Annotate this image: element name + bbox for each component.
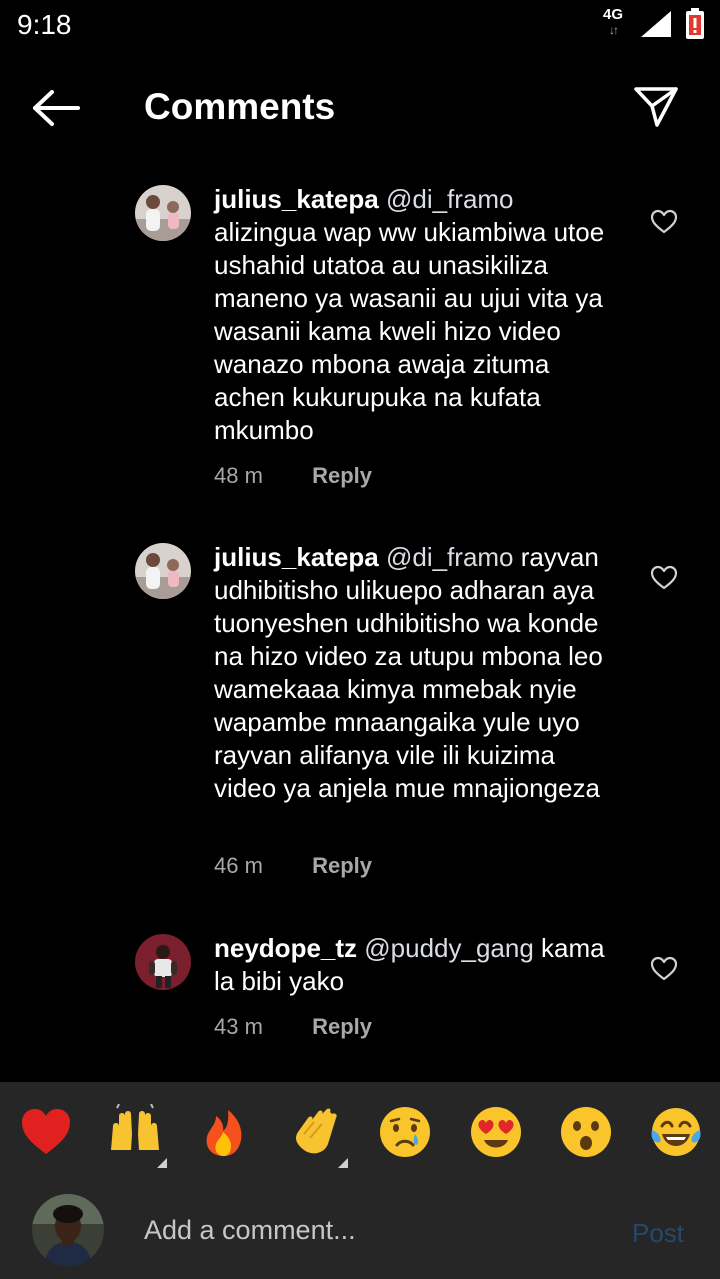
skin-tone-indicator — [338, 1158, 348, 1168]
comment-composer: Post — [0, 1082, 720, 1279]
avatar[interactable] — [135, 934, 191, 990]
crying-face-emoji[interactable] — [377, 1104, 433, 1160]
heart-outline-icon — [650, 956, 678, 981]
astonished-face-emoji[interactable] — [558, 1104, 614, 1160]
like-button[interactable] — [650, 565, 678, 591]
clapping-hands-emoji[interactable] — [288, 1104, 348, 1168]
page-title: Comments — [144, 86, 336, 127]
comment-input-row: Post — [0, 1182, 720, 1279]
share-button[interactable] — [632, 84, 680, 130]
comment-body: julius_katepa @di_framo alizingua wap ww… — [214, 183, 619, 447]
comment-input[interactable] — [144, 1210, 604, 1250]
status-time: 9:18 — [17, 9, 72, 40]
comment-item: julius_katepa @di_framo rayvan udhibitis… — [0, 541, 720, 891]
quick-reactions-bar — [0, 1082, 720, 1182]
reply-button[interactable]: Reply — [312, 1014, 372, 1039]
comment-mention[interactable]: @puddy_gang — [364, 933, 534, 963]
raising-hands-emoji[interactable] — [107, 1104, 167, 1168]
status-bar: 9:18 4G ↓↑ — [0, 0, 720, 52]
current-user-avatar — [32, 1194, 104, 1266]
fire-emoji[interactable] — [196, 1104, 252, 1160]
comment-username[interactable]: julius_katepa — [214, 184, 379, 214]
red-heart-emoji[interactable] — [18, 1104, 74, 1160]
comment-item: neydope_tz @puddy_gang kama la bibi yako… — [0, 932, 720, 1052]
back-arrow-icon — [33, 90, 80, 126]
network-type-label: 4G — [602, 6, 623, 23]
comment-item: julius_katepa @di_framo alizingua wap ww… — [0, 183, 720, 503]
comment-timestamp: 43 m — [214, 1014, 263, 1039]
heart-outline-icon — [650, 209, 678, 234]
comment-body: neydope_tz @puddy_gang kama la bibi yako — [214, 932, 619, 998]
comment-body: julius_katepa @di_framo rayvan udhibitis… — [214, 541, 619, 805]
tears-of-joy-emoji[interactable] — [648, 1104, 704, 1160]
reply-button[interactable]: Reply — [312, 853, 372, 878]
like-button[interactable] — [650, 209, 678, 235]
avatar[interactable] — [135, 185, 191, 241]
comment-text: rayvan udhibitisho ulikuepo adharan aya … — [214, 542, 603, 803]
battery-low-icon — [686, 8, 704, 39]
heart-eyes-emoji[interactable] — [468, 1104, 524, 1160]
comment-timestamp: 48 m — [214, 463, 263, 488]
reply-button[interactable]: Reply — [312, 463, 372, 488]
comment-username[interactable]: julius_katepa — [214, 542, 379, 572]
like-button[interactable] — [650, 956, 678, 982]
comment-meta: 43 m Reply — [214, 1014, 372, 1040]
avatar[interactable] — [135, 543, 191, 599]
signal-icon — [641, 11, 671, 37]
comment-mention[interactable]: @di_framo — [386, 542, 514, 572]
comment-timestamp: 46 m — [214, 853, 263, 878]
post-button[interactable]: Post — [632, 1218, 684, 1249]
skin-tone-indicator — [157, 1158, 167, 1168]
paper-plane-icon — [634, 87, 678, 127]
comment-meta: 48 m Reply — [214, 463, 372, 489]
comment-mention[interactable]: @di_framo — [386, 184, 514, 214]
heart-outline-icon — [650, 565, 678, 590]
comment-text: alizingua wap ww ukiambiwa utoe ushahid … — [214, 217, 605, 445]
data-arrows-icon: ↓↑ — [609, 23, 619, 37]
comment-username[interactable]: neydope_tz — [214, 933, 357, 963]
header: Comments — [0, 70, 720, 146]
back-button[interactable] — [30, 88, 82, 128]
comment-meta: 46 m Reply — [214, 853, 372, 879]
